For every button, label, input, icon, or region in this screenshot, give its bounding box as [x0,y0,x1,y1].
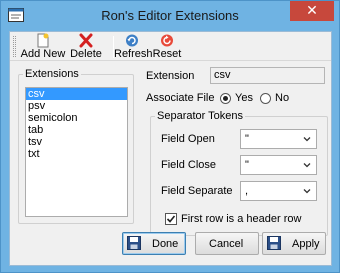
add-new-button[interactable]: Add New [20,32,66,60]
save-icon [127,236,141,250]
toolbar: Add New Delete Refresh Reset [10,32,331,61]
field-separate-select[interactable]: , [240,181,317,201]
list-item[interactable]: semicolon [26,112,127,124]
cancel-label: Cancel [209,238,244,250]
refresh-icon [126,34,138,47]
reset-label: Reset [152,48,182,60]
extensions-group: Extensions csv psv semicolon tab tsv txt [18,68,134,224]
field-close-select[interactable]: " [240,155,317,175]
field-close-label: Field Close [161,159,217,171]
add-new-label: Add New [20,48,66,60]
list-item[interactable]: txt [26,148,127,160]
checkmark-icon [166,215,176,223]
reset-icon [161,34,173,47]
header-row-checkbox[interactable] [165,213,177,225]
associate-yes-radio[interactable] [220,93,231,104]
list-item[interactable]: csv [26,88,127,100]
associate-no-label[interactable]: No [275,92,289,105]
associate-no-radio[interactable] [260,93,271,104]
done-label: Done [152,238,179,250]
field-separate-value: , [245,185,249,197]
done-button[interactable]: Done [122,232,186,255]
dialog-window: Ron's Editor Extensions ✕ Add New Delete [0,0,340,273]
window-title: Ron's Editor Extensions [101,8,239,23]
list-item[interactable]: tsv [26,136,127,148]
field-open-label: Field Open [161,133,215,145]
close-button[interactable]: ✕ [290,1,334,21]
apply-button[interactable]: Apply [262,232,326,255]
field-open-select[interactable]: " [240,129,317,149]
cancel-button[interactable]: Cancel [195,232,259,255]
refresh-label: Refresh [114,48,153,60]
header-row-label[interactable]: First row is a header row [181,213,301,226]
extension-label: Extension [146,70,195,82]
field-separate-label: Field Separate [161,185,233,197]
field-close-value: " [245,159,249,171]
title-bar[interactable]: Ron's Editor Extensions ✕ [1,1,339,31]
separator-tokens-label: Separator Tokens [155,110,246,122]
refresh-button[interactable]: Refresh [114,32,153,60]
toolbar-grip[interactable] [13,36,16,57]
delete-icon [79,33,93,48]
save-icon [267,236,281,250]
dialog-client-area: Add New Delete Refresh Reset Extensions … [9,31,332,266]
extensions-group-label: Extensions [23,68,81,80]
delete-label: Delete [70,48,102,60]
delete-button[interactable]: Delete [69,32,103,60]
new-document-icon [37,33,49,48]
chevron-down-icon [303,189,311,194]
extension-field: csv [210,67,325,84]
chevron-down-icon [303,163,311,168]
chevron-down-icon [303,137,311,142]
reset-button[interactable]: Reset [152,32,182,60]
extensions-list[interactable]: csv psv semicolon tab tsv txt [25,87,128,217]
associate-file-label: Associate File [146,92,215,104]
associate-yes-label[interactable]: Yes [235,92,253,105]
apply-label: Apply [292,238,320,250]
field-open-value: " [245,133,249,145]
list-item[interactable]: psv [26,100,127,112]
list-item[interactable]: tab [26,124,127,136]
